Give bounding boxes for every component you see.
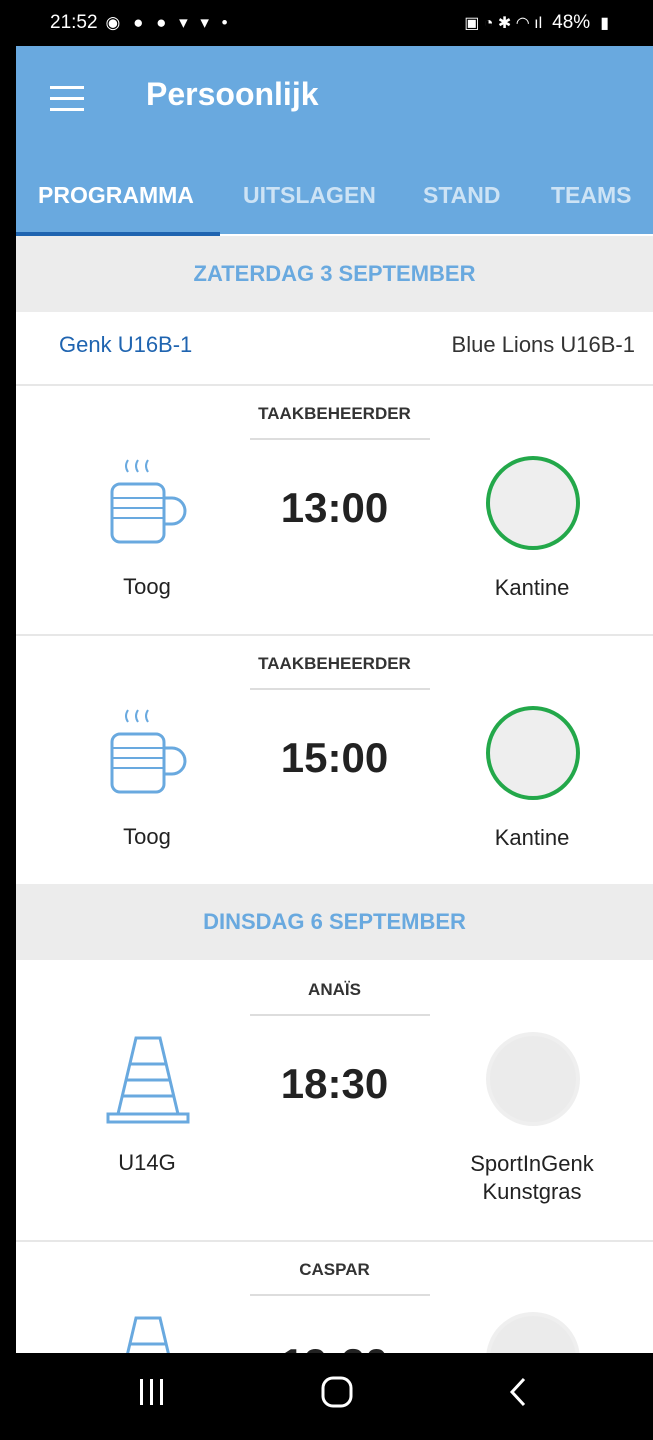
status-circle — [486, 1032, 580, 1126]
divider — [16, 634, 653, 636]
notification-icons: ◉ ● ● ▾ ▾ • — [105, 13, 232, 32]
status-circle — [486, 456, 580, 550]
task-card[interactable]: TAAKBEHEERDER 15:00 Toog Kantine — [16, 634, 653, 882]
tab-stand[interactable]: STAND — [423, 182, 501, 209]
tab-programma[interactable]: PROGRAMMA — [38, 182, 194, 209]
task-place: Kantine — [494, 825, 570, 850]
task-role: ANAÏS — [308, 980, 361, 999]
match-row[interactable]: Genk U16B-1 Blue Lions U16B-1 — [16, 314, 653, 384]
divider — [250, 688, 430, 690]
task-role: TAAKBEHEERDER — [258, 654, 411, 673]
tab-bar: PROGRAMMA UITSLAGEN STAND TEAMS — [16, 166, 653, 232]
status-bar: 21:52 ◉ ● ● ▾ ▾ • ▣ ◔ ✱ ◠ ıl 48% ▮ — [0, 0, 653, 46]
status-right: ▣ ◔ ✱ ◠ ıl 48% ▮ — [464, 12, 609, 34]
divider — [250, 1294, 430, 1296]
task-place-line2: Kunstgras — [482, 1179, 582, 1204]
task-card[interactable]: ANAÏS 18:30 U14G SportInGenk Kunstgras — [16, 960, 653, 1208]
date-header: ZATERDAG 3 SEPTEMBER — [16, 236, 653, 312]
task-team: U14G — [118, 1150, 176, 1175]
tab-teams[interactable]: TEAMS — [551, 182, 632, 209]
battery-icon: ▮ — [600, 15, 609, 32]
system-nav-bar — [0, 1353, 653, 1440]
recent-apps-icon[interactable] — [138, 1375, 166, 1409]
tab-uitslagen[interactable]: UITSLAGEN — [243, 182, 376, 209]
task-role: TAAKBEHEERDER — [258, 404, 411, 423]
divider — [250, 1014, 430, 1016]
page-title: Persoonlijk — [146, 76, 319, 112]
status-time: 21:52 — [50, 12, 98, 33]
task-location: Toog — [123, 574, 171, 599]
app-header: Persoonlijk PROGRAMMA UITSLAGEN STAND TE… — [16, 46, 653, 236]
app: Persoonlijk PROGRAMMA UITSLAGEN STAND TE… — [16, 0, 653, 1440]
task-place-line1: SportInGenk — [470, 1151, 594, 1176]
away-team: Blue Lions U16B-1 — [451, 332, 635, 357]
divider — [16, 384, 653, 386]
task-location: Toog — [123, 824, 171, 849]
system-icons: ▣ ◔ ✱ ◠ ıl — [464, 15, 543, 32]
status-circle — [486, 706, 580, 800]
home-team[interactable]: Genk U16B-1 — [59, 332, 192, 358]
task-card[interactable]: TAAKBEHEERDER 13:00 Toog Kantine — [16, 384, 653, 632]
divider — [16, 1240, 653, 1242]
task-place: SportInGenk Kunstgras — [452, 1150, 612, 1206]
task-role: CASPAR — [299, 1260, 370, 1279]
divider — [250, 438, 430, 440]
task-place: Kantine — [494, 575, 570, 600]
battery-level: 48% — [552, 12, 591, 33]
home-icon[interactable] — [320, 1375, 354, 1409]
menu-icon[interactable] — [50, 86, 84, 112]
date-header: DINSDAG 6 SEPTEMBER — [16, 884, 653, 960]
back-icon[interactable] — [506, 1375, 530, 1409]
